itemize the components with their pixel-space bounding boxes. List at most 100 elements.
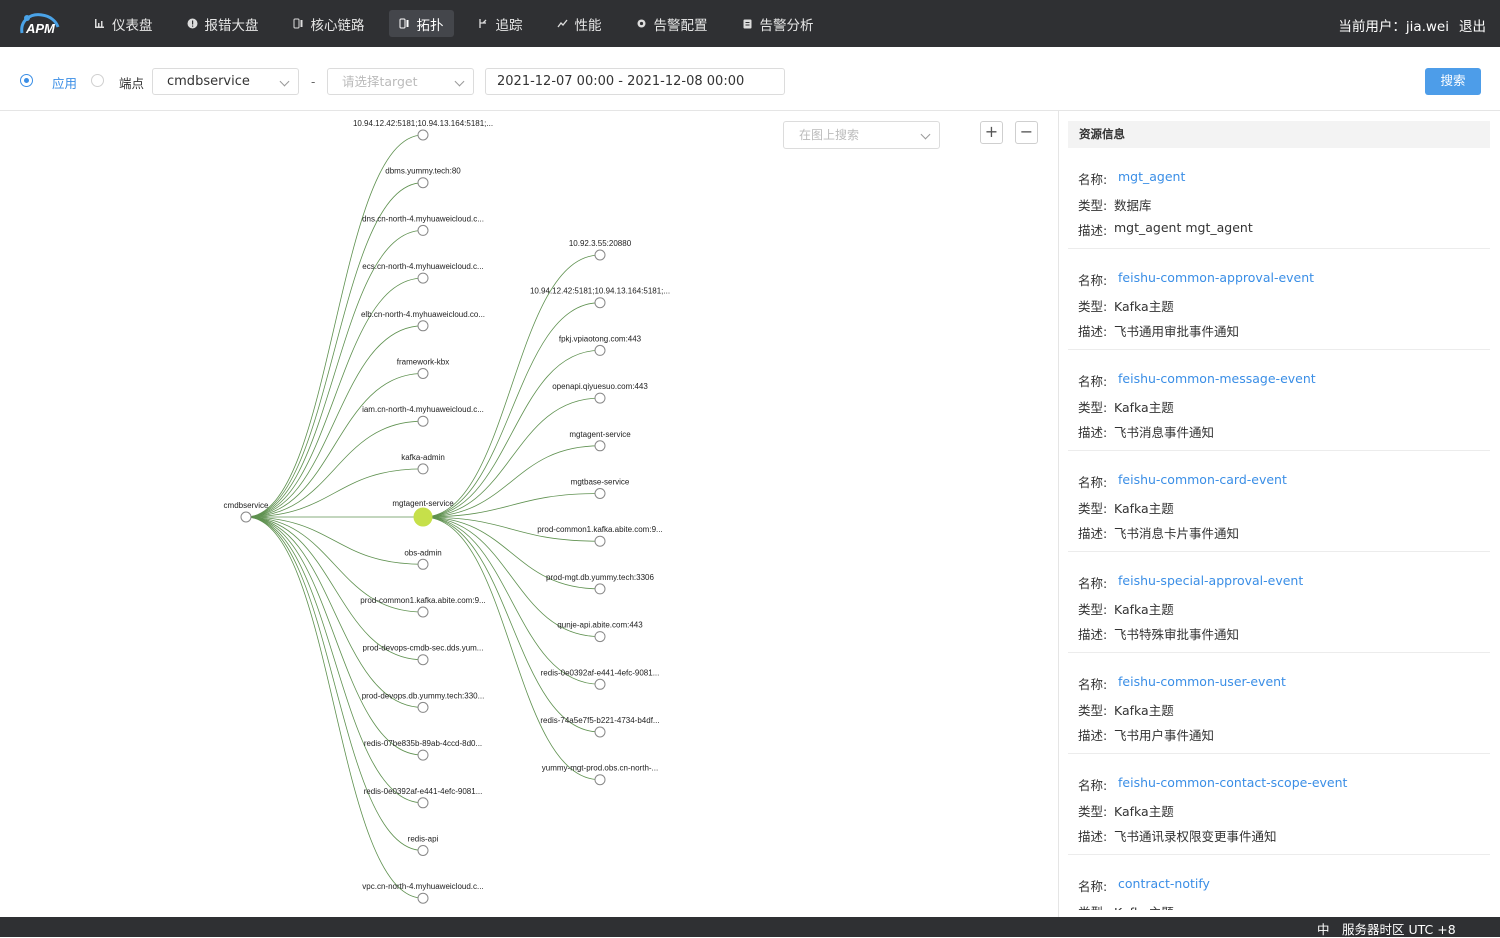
resource-name-link[interactable]: contract-notify [1114, 876, 1210, 902]
nav-item-3[interactable]: 拓扑 [388, 10, 454, 37]
topology-node[interactable]: yummy-mgt-prod.obs.cn-north-... [542, 764, 658, 786]
nav-item-6[interactable]: 告警配置 [626, 10, 718, 37]
topology-node[interactable]: elb.cn-north-4.myhuaweicloud.co... [361, 310, 485, 332]
time-range-picker[interactable]: 2021-12-07 00:00 - 2021-12-08 00:00 [485, 68, 785, 95]
logout-link[interactable]: 退出 [1459, 15, 1486, 35]
resource-name-link[interactable]: feishu-common-message-event [1114, 371, 1316, 397]
mode-app-label[interactable]: 应用 [52, 73, 77, 92]
topology-node[interactable]: dns.cn-north-4.myhuaweicloud.c... [362, 214, 484, 236]
nav-item-4[interactable]: 追踪 [468, 10, 533, 37]
topology-node[interactable]: prod-devops.db.yummy.tech:330... [362, 691, 485, 713]
topology-node[interactable]: prod-common1.kafka.abite.com:9... [360, 596, 486, 618]
node-label: obs-admin [404, 548, 441, 557]
topology-node[interactable]: 10.94.12.42:5181;10.94.13.164:5181;... [353, 119, 493, 141]
node-circle[interactable] [417, 654, 429, 666]
nav-item-0[interactable]: 仪表盘 [84, 10, 163, 37]
target-select[interactable]: 请选择target [327, 68, 474, 95]
topology-node[interactable]: vpc.cn-north-4.myhuaweicloud.c... [362, 882, 484, 904]
topology-node[interactable]: kafka-admin [401, 453, 445, 475]
node-circle[interactable] [417, 892, 429, 904]
nav-item-7[interactable]: 告警分析 [732, 10, 824, 37]
topology-graph[interactable]: 10.94.12.42:5181;10.94.13.164:5181;... db… [0, 111, 1058, 917]
search-button[interactable]: 搜索 [1425, 68, 1481, 95]
resource-name-link[interactable]: feishu-common-contact-scope-event [1114, 775, 1347, 801]
node-circle[interactable] [594, 726, 606, 738]
resource-item[interactable]: 名称: feishu-common-approval-event 类型: Kafka主… [1068, 249, 1490, 350]
node-circle[interactable] [240, 511, 252, 523]
node-circle[interactable] [594, 392, 606, 404]
mode-endpoint-radio[interactable] [91, 74, 104, 87]
topology-canvas[interactable]: 10.94.12.42:5181;10.94.13.164:5181;... db… [0, 111, 1058, 917]
language-toggle[interactable]: 中 [1317, 919, 1330, 938]
resource-item[interactable]: 名称: feishu-common-card-event 类型: Kafka主题 描述:… [1068, 451, 1490, 552]
topology-node[interactable]: redis-0e0392af-e441-4efc-9081... [541, 668, 660, 690]
topology-node[interactable]: obs-admin [404, 548, 442, 570]
graph-search-placeholder: 在图上搜索 [799, 128, 860, 142]
node-circle[interactable] [417, 224, 429, 236]
node-circle[interactable] [594, 535, 606, 547]
topology-node[interactable]: mgtbase-service [571, 478, 630, 499]
topology-node[interactable]: redis-0e0392af-e441-4efc-9081... [364, 787, 483, 809]
zoom-out-button[interactable]: − [1015, 121, 1038, 144]
resource-info-panel[interactable]: 资源信息 名称: mgt_agent 类型: 数据库 描述: mgt_agent mgt_… [1068, 121, 1490, 910]
topology-node[interactable]: redis-07be835b-89ab-4ccd-8d0... [364, 739, 482, 761]
mode-endpoint-label[interactable]: 端点 [119, 73, 144, 92]
topology-node[interactable]: 10.92.3.55:20880 [569, 239, 632, 261]
mode-app-radio[interactable] [20, 74, 33, 87]
node-circle[interactable] [417, 368, 429, 379]
topology-node[interactable]: redis-74a5e7f5-b221-4734-b4df... [540, 716, 660, 738]
node-circle[interactable] [594, 631, 606, 643]
topology-node[interactable]: prod-devops-cmdb-sec.dds.yum... [363, 644, 484, 666]
resource-name-link[interactable]: feishu-common-user-event [1114, 674, 1286, 700]
node-circle[interactable] [417, 129, 429, 141]
node-circle[interactable] [417, 797, 429, 809]
node-circle[interactable] [417, 320, 429, 332]
resource-name-link[interactable]: feishu-special-approval-event [1114, 573, 1303, 599]
node-circle[interactable] [417, 272, 429, 284]
node-circle[interactable] [417, 845, 429, 856]
topology-node[interactable]: fpkj.vpiaotong.com:443 [559, 334, 642, 356]
zoom-in-button[interactable]: + [980, 121, 1003, 144]
resource-name-link[interactable]: feishu-common-card-event [1114, 472, 1287, 498]
topology-node[interactable]: iam.cn-north-4.myhuaweicloud.c... [362, 405, 484, 427]
nav-item-1[interactable]: 报错大盘 [177, 10, 269, 37]
nav-item-label: 核心链路 [310, 17, 365, 34]
topology-node[interactable]: openapi.qiyuesuo.com:443 [552, 382, 648, 404]
node-circle[interactable] [594, 297, 606, 309]
node-circle[interactable] [413, 507, 433, 527]
node-circle[interactable] [594, 678, 606, 690]
resource-item[interactable]: 名称: feishu-common-contact-scope-event 类型: K… [1068, 754, 1490, 855]
topology-node[interactable]: dbms.yummy.tech:80 [385, 167, 461, 189]
topology-node[interactable]: framework-kbx [397, 358, 449, 379]
topology-node[interactable]: ecs.cn-north-4.myhuaweicloud.c... [362, 262, 484, 284]
node-circle[interactable] [417, 177, 429, 189]
node-circle[interactable] [594, 344, 606, 356]
topology-node[interactable]: redis-api [408, 835, 439, 856]
resource-item[interactable]: 名称: feishu-special-approval-event 类型: Kafka… [1068, 552, 1490, 653]
resource-item[interactable]: 名称: feishu-common-user-event 类型: Kafka主题 描述:… [1068, 653, 1490, 754]
node-circle[interactable] [594, 249, 606, 261]
topology-node[interactable]: prod-common1.kafka.abite.com:9... [537, 525, 663, 547]
node-circle[interactable] [417, 415, 429, 427]
graph-search-select[interactable]: 在图上搜索 [783, 121, 940, 149]
node-circle[interactable] [594, 583, 606, 595]
node-circle[interactable] [417, 463, 429, 475]
node-circle[interactable] [594, 488, 606, 499]
node-circle[interactable] [417, 701, 429, 713]
resource-name-link[interactable]: mgt_agent [1114, 169, 1185, 195]
resource-item[interactable]: 名称:contract-notify类型:Kafka主题描述: [1068, 855, 1490, 910]
topology-node[interactable]: 10.94.12.42:5181;10.94.13.164:5181;... [530, 287, 670, 309]
resource-name-link[interactable]: feishu-common-approval-event [1114, 270, 1314, 296]
edge [245, 516, 424, 899]
node-circle[interactable] [417, 606, 429, 618]
node-label: prod-devops.db.yummy.tech:330... [362, 691, 485, 700]
node-circle[interactable] [594, 440, 606, 452]
node-circle[interactable] [594, 774, 606, 786]
service-select[interactable]: cmdbservice [152, 68, 299, 95]
nav-item-2[interactable]: 核心链路 [283, 10, 375, 37]
node-circle[interactable] [417, 558, 429, 570]
nav-item-5[interactable]: 性能 [547, 10, 612, 37]
node-circle[interactable] [417, 749, 429, 761]
resource-item[interactable]: 名称: feishu-common-message-event 类型: Kafka主题… [1068, 350, 1490, 451]
resource-item[interactable]: 名称: mgt_agent 类型: 数据库 描述: mgt_agent mgt_agent [1068, 148, 1490, 249]
